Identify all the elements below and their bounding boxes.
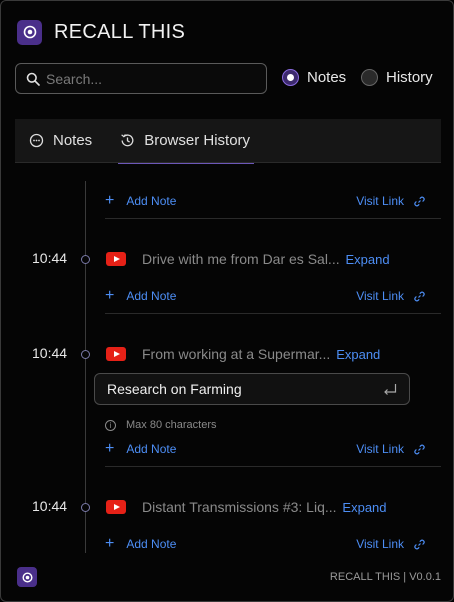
add-note-button[interactable]: + Add Note [105,536,176,552]
timeline-dot [81,503,90,512]
entry-actions: + Add Note Visit Link [105,286,425,306]
history-radio[interactable] [361,69,378,86]
mode-notes-option[interactable]: Notes [282,69,346,86]
search-input[interactable] [46,70,266,87]
history-timeline: + Add Note Visit Link 10:44 Drive with me… [15,173,441,565]
history-entry[interactable]: 10:44 From working at a Supermar... Expa… [15,343,441,365]
divider [105,218,441,219]
app-title: RECALL THIS [54,20,186,43]
entry-title-wrap: From working at a Supermar... Expand [142,346,380,362]
visit-link-button[interactable]: Visit Link [356,194,425,208]
entry-title-wrap: Drive with me from Dar es Sal... Expand [142,251,390,267]
visit-link-label: Visit Link [356,289,404,303]
mode-history-option[interactable]: History [361,69,433,86]
search-icon [26,72,40,86]
tab-bar: Notes Browser History [15,119,441,164]
app-header: RECALL THIS [17,19,185,45]
info-icon: i [105,419,116,431]
visit-link-button[interactable]: Visit Link [356,289,425,303]
expand-link[interactable]: Expand [342,500,386,515]
link-icon [414,539,425,549]
footer-logo-icon [17,567,37,587]
notes-radio[interactable] [282,69,299,86]
history-clock-icon [121,134,134,147]
visit-link-button[interactable]: Visit Link [356,442,425,456]
link-icon [414,291,425,301]
divider [105,466,441,467]
youtube-icon [106,347,126,361]
entry-actions: + Add Note Visit Link [105,439,425,459]
entry-actions: + Add Note Visit Link [105,534,425,554]
plus-icon: + [105,287,115,304]
timeline-dot [81,255,90,264]
tab-browser-history-label: Browser History [144,132,251,149]
visit-link-label: Visit Link [356,537,404,551]
add-note-label: Add Note [126,194,177,208]
plus-icon: + [105,440,115,457]
app-footer: RECALL THIS | V0.0.1 [1,565,453,601]
version-label: RECALL THIS | V0.0.1 [329,571,441,583]
tab-notes-label: Notes [53,132,93,149]
expand-link[interactable]: Expand [336,347,380,362]
add-note-button[interactable]: + Add Note [105,288,176,304]
app-window: RECALL THIS Notes History Notes Browser … [0,0,454,602]
enter-icon[interactable] [383,383,397,395]
expand-link[interactable]: Expand [346,252,390,267]
tab-browser-history[interactable]: Browser History [106,119,264,164]
add-note-button[interactable]: + Add Note [105,441,176,457]
youtube-icon [106,500,126,514]
add-note-label: Add Note [126,442,177,456]
plus-icon: + [105,535,115,552]
note-hint-text: Max 80 characters [126,419,217,431]
link-icon [414,196,425,206]
app-logo-icon [17,19,42,45]
entry-time: 10:44 [32,498,68,514]
add-note-button[interactable]: + Add Note [105,193,176,209]
history-entry[interactable]: 10:44 Distant Transmissions #3: Liq... E… [15,496,441,518]
youtube-icon [106,252,126,266]
visit-link-label: Visit Link [356,194,404,208]
entry-time: 10:44 [32,345,68,361]
note-input[interactable] [107,381,383,397]
entry-title: From working at a Supermar... [142,346,331,362]
timeline-dot [81,350,90,359]
visit-link-button[interactable]: Visit Link [356,537,425,551]
entry-time: 10:44 [32,250,68,266]
note-input-box[interactable] [94,373,410,405]
notes-radio-label: Notes [307,69,347,86]
plus-icon: + [105,192,115,209]
divider [105,313,441,314]
search-box[interactable] [15,63,267,94]
chat-bubble-icon [29,133,44,148]
note-hint: i Max 80 characters [105,419,216,431]
add-note-label: Add Note [126,537,177,551]
link-icon [414,444,425,454]
history-radio-label: History [386,69,433,86]
entry-title: Distant Transmissions #3: Liq... [142,499,337,515]
history-entry[interactable]: 10:44 Drive with me from Dar es Sal... E… [15,248,441,270]
entry-title-wrap: Distant Transmissions #3: Liq... Expand [142,499,387,515]
visit-link-label: Visit Link [356,442,404,456]
entry-actions: + Add Note Visit Link [105,191,425,211]
entry-title: Drive with me from Dar es Sal... [142,251,340,267]
tab-notes[interactable]: Notes [15,119,106,163]
add-note-label: Add Note [126,289,177,303]
